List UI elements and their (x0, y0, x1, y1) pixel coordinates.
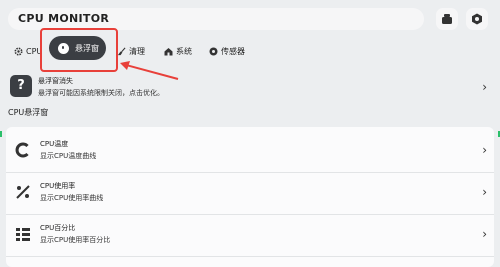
divider (6, 256, 494, 257)
sensor-icon (209, 47, 218, 55)
home-icon (164, 47, 173, 55)
tab-sensor[interactable]: 传感器 (209, 43, 245, 59)
item-subtitle: 显示CPU温度曲线 (40, 152, 97, 160)
accent-marker (0, 131, 2, 137)
settings-icon (472, 13, 482, 25)
chevron-right-icon: › (482, 227, 487, 241)
section-title: CPU悬浮窗 (8, 108, 49, 117)
notice-title: 悬浮窗消失 (38, 77, 73, 85)
chevron-right-icon: › (482, 143, 487, 157)
tab-system-label: 系统 (176, 46, 192, 56)
list-item-cpu-usage[interactable]: CPU使用率 显示CPU使用率曲线 › (6, 173, 494, 211)
tab-clean[interactable]: 清理 (117, 43, 145, 59)
item-title: CPU百分比 (40, 224, 76, 232)
percent-list-icon (16, 228, 30, 241)
tab-system[interactable]: 系统 (164, 43, 192, 59)
item-subtitle: 显示CPU使用率百分比 (40, 236, 111, 244)
item-title: CPU温度 (40, 140, 69, 148)
broom-icon (117, 47, 126, 55)
item-subtitle: 显示CPU使用率曲线 (40, 194, 104, 202)
list-item-cpu-temperature[interactable]: CPU温度 显示CPU温度曲线 › (6, 131, 494, 169)
list-item-cpu-percentage[interactable]: CPU百分比 显示CPU使用率百分比 › (6, 215, 494, 253)
stack-icon (442, 14, 452, 24)
usage-chart-icon (16, 185, 30, 199)
question-icon: ? (10, 75, 32, 97)
gear-icon (14, 46, 23, 56)
temperature-gauge-icon (15, 142, 29, 158)
item-title: CPU使用率 (40, 182, 76, 190)
tab-clean-label: 清理 (129, 46, 145, 56)
floating-window-notice[interactable]: ? 悬浮窗消失 悬浮窗可能因系统限制关闭，点击优化。 › (6, 71, 494, 105)
settings-button[interactable] (466, 8, 488, 30)
chevron-right-icon: › (482, 80, 487, 94)
app-title: CPU MONITOR (18, 12, 110, 25)
highlight-box (40, 28, 118, 72)
notice-subtitle: 悬浮窗可能因系统限制关闭，点击优化。 (38, 89, 164, 97)
app-title-bar: CPU MONITOR (8, 8, 424, 30)
chevron-right-icon: › (482, 185, 487, 199)
floating-window-button[interactable] (436, 8, 458, 30)
floating-window-list: CPU温度 显示CPU温度曲线 › CPU使用率 显示CPU使用率曲线 › CP… (6, 127, 494, 267)
tab-sensor-label: 传感器 (221, 46, 245, 56)
tab-cpu[interactable]: CPU (14, 43, 42, 59)
